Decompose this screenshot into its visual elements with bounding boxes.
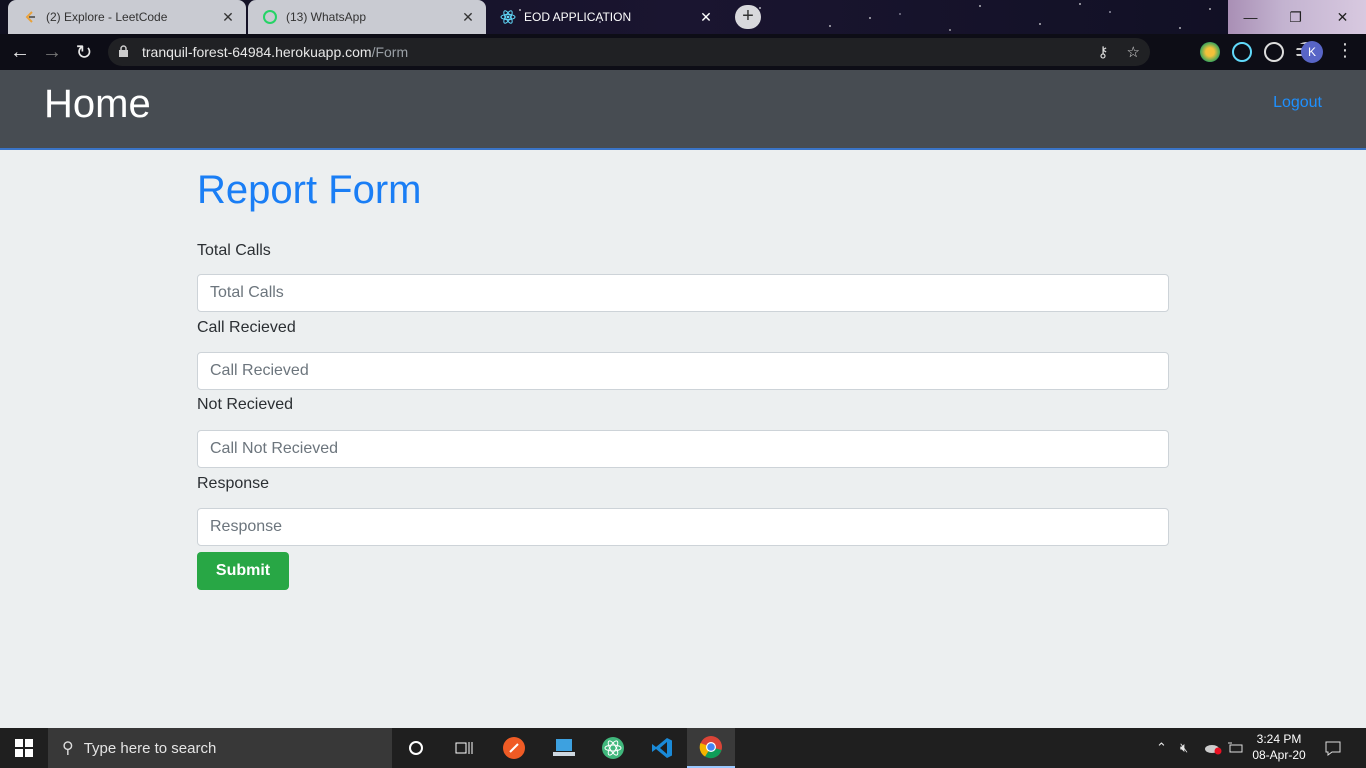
close-window-icon[interactable]: ✕ [1320,0,1365,34]
navbar-brand[interactable]: Home [44,82,151,127]
leetcode-icon [22,9,38,25]
tab-leetcode[interactable]: (2) Explore - LeetCode ✕ [8,0,246,34]
bookmark-star-icon[interactable]: ☆ [1127,43,1140,61]
vscode-icon[interactable] [638,728,686,768]
taskbar-search-placeholder: Type here to search [83,739,217,757]
response-input[interactable] [197,508,1169,546]
back-arrow-icon[interactable]: ← [4,36,36,68]
app-navbar: Home Logout [0,70,1366,150]
whatsapp-icon [262,9,278,25]
logout-link[interactable]: Logout [1273,94,1322,112]
not-recieved-label: Not Recieved [197,396,294,413]
action-center-icon[interactable] [1324,728,1342,768]
clock-time: 3:24 PM [1256,732,1302,746]
form-title: Report Form [197,168,422,212]
submit-button[interactable]: Submit [197,552,289,590]
react-icon [500,9,516,25]
extension-globe-icon[interactable] [1200,42,1220,62]
clock-date: 08-Apr-20 [1252,748,1306,762]
new-tab-button[interactable]: + [735,5,761,29]
cortana-icon[interactable] [392,728,440,768]
system-clock[interactable]: 3:24 PM 08-Apr-20 [1246,731,1312,763]
lock-icon [118,45,132,59]
restore-icon[interactable]: ❐ [1273,0,1318,34]
close-tab-icon[interactable]: ✕ [460,9,476,26]
report-form: Report Form Total Calls Call Recieved No… [197,150,1169,590]
key-icon[interactable]: ⚷ [1098,43,1109,61]
window-controls: — ❐ ✕ [1228,0,1366,34]
windows-start-icon[interactable] [0,728,48,768]
call-recieved-label: Call Recieved [197,319,296,336]
call-not-recieved-input[interactable] [197,430,1169,468]
response-label: Response [197,475,270,492]
url-host: tranquil-forest-64984.herokuapp.com [142,44,372,60]
tab-title: (13) WhatsApp [286,10,367,24]
react-devtools-icon[interactable] [1232,42,1252,62]
menu-kebab-icon[interactable]: ⋮ [1336,40,1354,61]
call-recieved-input[interactable] [197,352,1169,390]
tab-whatsapp[interactable]: (13) WhatsApp ✕ [248,0,486,34]
extension-target-icon[interactable] [1264,42,1284,62]
postman-icon[interactable] [490,728,538,768]
reload-icon[interactable]: ↻ [68,36,100,68]
close-tab-icon[interactable]: ✕ [220,9,236,26]
onedrive-error-icon[interactable] [1204,728,1222,768]
search-icon: ⚲ [62,740,74,757]
volume-muted-icon[interactable]: 🔇︎ [1180,728,1188,768]
network-icon[interactable] [1228,728,1244,768]
tab-title: (2) Explore - LeetCode [46,10,168,24]
minimize-icon[interactable]: — [1228,0,1273,34]
atom-icon[interactable] [589,728,637,768]
laptop-app-icon[interactable] [540,728,588,768]
close-tab-icon[interactable]: ✕ [698,9,714,26]
browser-toolbar: ← → ↻ tranquil-forest-64984.herokuapp.co… [0,34,1366,70]
task-view-icon[interactable] [440,728,488,768]
forward-arrow-icon[interactable]: → [36,36,68,68]
tab-title: EOD APPLICATION [524,10,632,24]
total-calls-input[interactable] [197,274,1169,312]
total-calls-label: Total Calls [197,242,271,259]
url-path: /Form [371,44,409,60]
browser-tab-strip: (2) Explore - LeetCode ✕ (13) WhatsApp ✕… [0,0,1366,34]
tray-chevron-icon[interactable]: ⌃ [1156,728,1167,768]
profile-avatar[interactable]: K [1301,41,1323,63]
chrome-icon[interactable] [687,728,735,768]
windows-taskbar: ⚲ Type here to search ⌃ 🔇︎ 3:24 PM 08-Ap… [0,728,1366,768]
address-bar[interactable]: tranquil-forest-64984.herokuapp.com/Form… [108,38,1150,66]
tab-eod-application[interactable]: EOD APPLICATION ✕ [486,0,724,34]
taskbar-search-box[interactable]: ⚲ Type here to search [48,728,392,768]
